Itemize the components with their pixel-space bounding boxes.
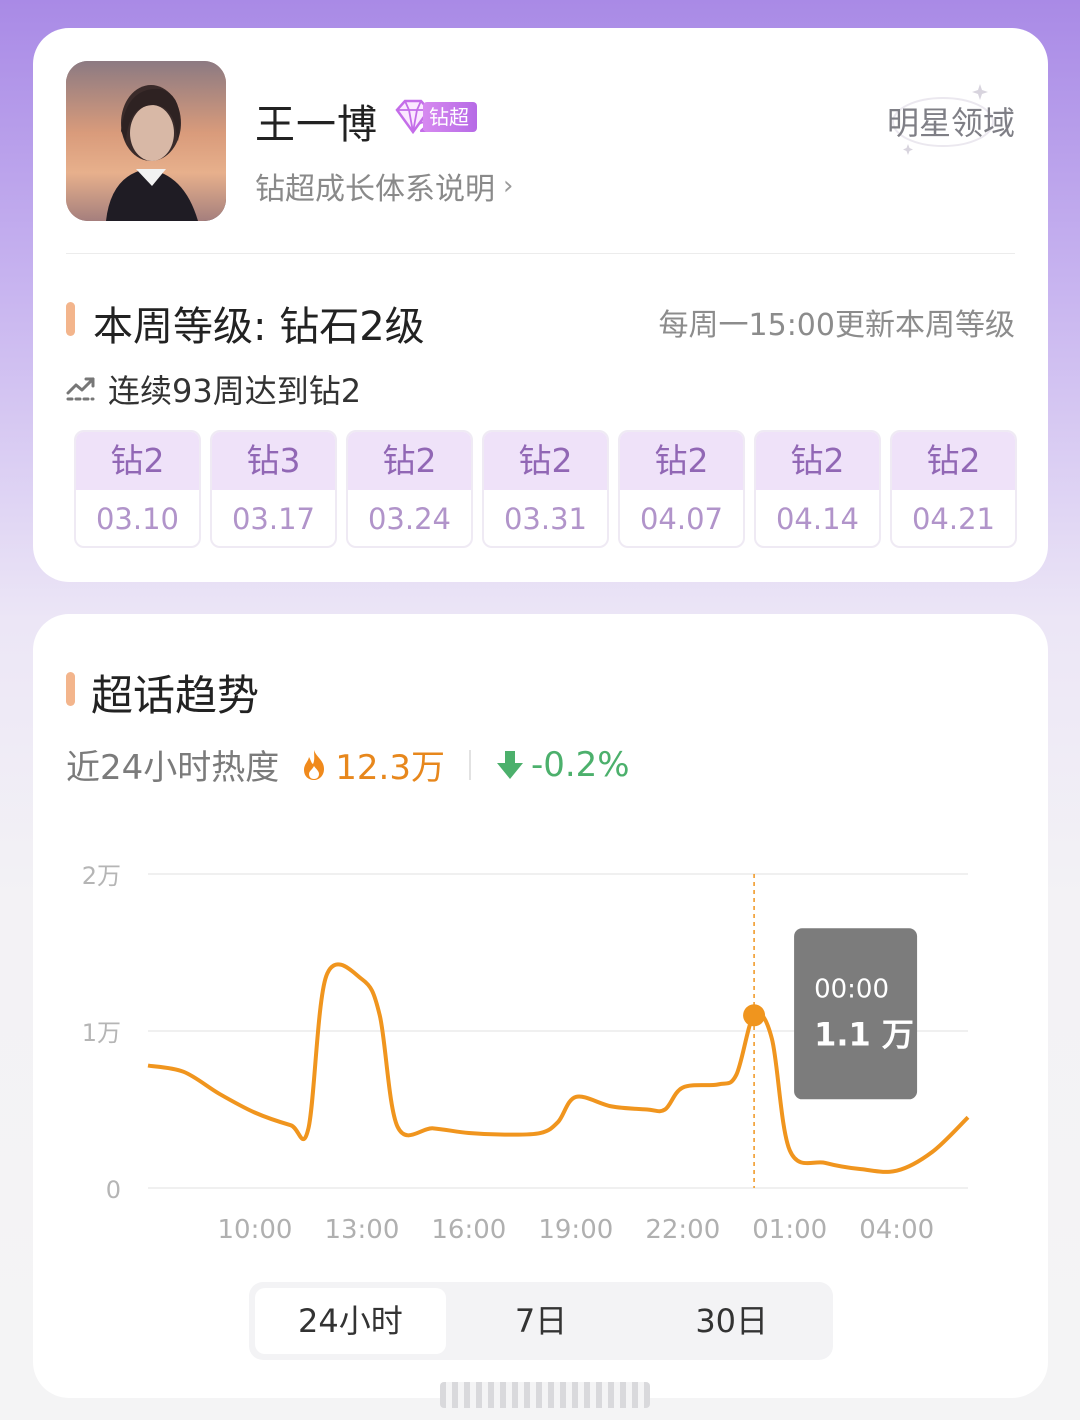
divider bbox=[66, 253, 1015, 254]
chevron-right-icon: › bbox=[503, 171, 514, 201]
x-tick-label: 22:00 bbox=[645, 1215, 720, 1245]
section-accent-bar bbox=[66, 302, 75, 336]
star-name: 王一博 bbox=[255, 102, 378, 148]
tab-24h[interactable]: 24小时 bbox=[255, 1288, 446, 1354]
diamond-super-badge[interactable]: 2 钻超 bbox=[393, 98, 499, 136]
week-date: 04.21 bbox=[911, 502, 996, 536]
home-indicator bbox=[440, 1382, 650, 1408]
trend-up-icon bbox=[66, 377, 95, 401]
heat-value: 12.3万 bbox=[335, 748, 445, 788]
time-range-tabs: 24小时 7日 30日 bbox=[249, 1282, 833, 1360]
week-level: 钻2 bbox=[620, 432, 743, 490]
star-domain-label[interactable]: 明星领域 bbox=[887, 98, 1015, 144]
avatar-photo bbox=[66, 61, 226, 221]
tab-7d[interactable]: 7日 bbox=[446, 1288, 637, 1354]
arrow-down-icon bbox=[496, 750, 523, 779]
week-level-item: 钻2 03.31 bbox=[482, 430, 609, 548]
week-level-item: 钻2 03.24 bbox=[346, 430, 473, 548]
tooltip-point bbox=[743, 1004, 766, 1027]
growth-system-link[interactable]: 钻超成长体系说明 › bbox=[255, 164, 513, 208]
fire-icon bbox=[304, 749, 325, 780]
weekly-level-history: 钻2 03.10 钻3 03.17 钻2 03.24 钻2 03.31 钻2 0… bbox=[74, 430, 1017, 548]
x-tick-label: 19:00 bbox=[538, 1215, 613, 1245]
week-level-item: 钻2 04.14 bbox=[754, 430, 881, 548]
trend-title: 超话趋势 bbox=[91, 671, 260, 720]
week-level: 钻2 bbox=[76, 432, 199, 490]
week-date: 03.24 bbox=[367, 502, 452, 536]
badge-label: 钻超 bbox=[423, 102, 477, 132]
week-level: 钻2 bbox=[756, 432, 879, 490]
x-tick-label: 01:00 bbox=[752, 1215, 827, 1245]
week-level: 钻2 bbox=[892, 432, 1015, 490]
separator bbox=[468, 749, 471, 780]
level-streak: 连续93周达到钻2 bbox=[66, 366, 361, 412]
week-date: 03.10 bbox=[95, 502, 180, 536]
star-profile-card: 王一博 2 钻超 钻超成长体系说明 › 明星领域 本周等级: 钻石2级 每周一1… bbox=[33, 28, 1048, 582]
week-date: 04.07 bbox=[639, 502, 724, 536]
tooltip-time: 00:00 bbox=[814, 974, 889, 1004]
weekly-level-title: 本周等级: 钻石2级 bbox=[93, 304, 425, 350]
topic-trend-card: 超话趋势 近24小时热度 12.3万 -0.2% 0 1万 2万 10:00 13:00… bbox=[33, 614, 1048, 1398]
week-level-item: 钻2 03.10 bbox=[74, 430, 201, 548]
week-level-item: 钻2 04.07 bbox=[618, 430, 745, 548]
heat-change: -0.2% bbox=[530, 744, 630, 785]
heat-summary: 近24小时热度 12.3万 -0.2% bbox=[66, 740, 630, 789]
week-date: 04.14 bbox=[775, 502, 860, 536]
x-tick-label: 16:00 bbox=[431, 1215, 506, 1245]
y-tick-label: 2万 bbox=[82, 862, 121, 890]
week-level-item: 钻3 03.17 bbox=[210, 430, 337, 548]
heat-label: 近24小时热度 bbox=[66, 748, 280, 788]
week-level: 钻2 bbox=[348, 432, 471, 490]
week-date: 03.17 bbox=[231, 502, 316, 536]
y-tick-label: 0 bbox=[106, 1176, 121, 1204]
x-tick-label: 13:00 bbox=[324, 1215, 399, 1245]
week-level-item: 钻2 04.21 bbox=[890, 430, 1017, 548]
section-accent-bar bbox=[66, 672, 75, 706]
streak-text: 连续93周达到钻2 bbox=[108, 372, 362, 410]
x-tick-label: 04:00 bbox=[859, 1215, 934, 1245]
heat-trend-chart[interactable]: 0 1万 2万 10:00 13:00 16:00 19:00 22:00 01:00 04:00… bbox=[33, 844, 1048, 1264]
growth-link-label: 钻超成长体系说明 bbox=[255, 172, 495, 207]
tooltip-box bbox=[794, 928, 918, 1100]
week-level: 钻3 bbox=[212, 432, 335, 490]
tab-30d[interactable]: 30日 bbox=[636, 1288, 827, 1354]
avatar[interactable] bbox=[66, 61, 226, 221]
y-tick-label: 1万 bbox=[82, 1019, 121, 1047]
tooltip-value: 1.1 万 bbox=[814, 1015, 914, 1053]
x-tick-label: 10:00 bbox=[217, 1215, 292, 1245]
week-date: 03.31 bbox=[503, 502, 588, 536]
week-level: 钻2 bbox=[484, 432, 607, 490]
level-update-note: 每周一15:00更新本周等级 bbox=[658, 308, 1015, 343]
